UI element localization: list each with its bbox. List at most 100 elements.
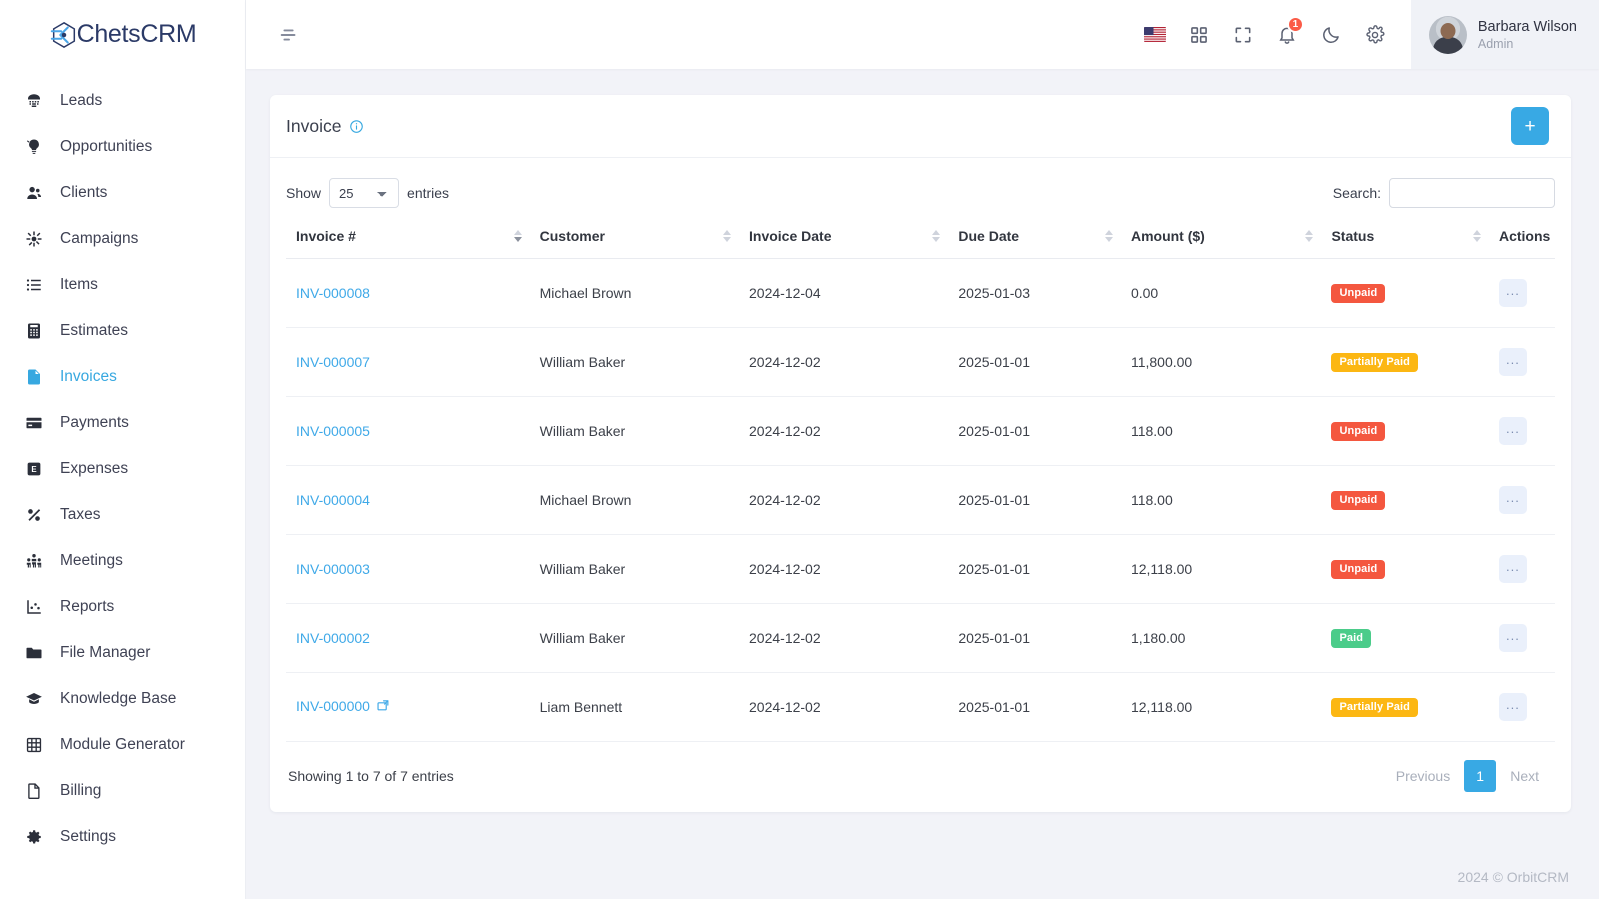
sidebar-item-label: Taxes bbox=[60, 506, 101, 523]
cell-status: Unpaid bbox=[1321, 534, 1489, 604]
hamburger-icon[interactable] bbox=[276, 22, 302, 48]
cell-amount: 118.00 bbox=[1120, 465, 1322, 535]
sidebar-item-label: Opportunities bbox=[60, 138, 153, 155]
cell-due-date: 2025-01-01 bbox=[948, 465, 1121, 535]
people-group-icon bbox=[24, 551, 44, 571]
notifications-bell-icon[interactable]: 1 bbox=[1265, 13, 1309, 57]
brand-logo[interactable]: ChetsCRM bbox=[0, 0, 245, 69]
settings-gear-icon[interactable] bbox=[1353, 13, 1397, 57]
invoice-link[interactable]: INV-000003 bbox=[296, 561, 370, 577]
cell-actions: ... bbox=[1488, 396, 1555, 466]
apps-grid-icon[interactable] bbox=[1177, 13, 1221, 57]
status-badge: Unpaid bbox=[1331, 284, 1386, 303]
expense-icon: E bbox=[24, 459, 44, 479]
recurring-invoice-icon[interactable] bbox=[376, 699, 390, 716]
sidebar-item-leads[interactable]: Leads bbox=[0, 78, 245, 124]
status-badge: Partially Paid bbox=[1331, 698, 1418, 717]
column-header-invoice-number[interactable]: Invoice # bbox=[286, 214, 530, 259]
sidebar-item-opportunities[interactable]: Opportunities bbox=[0, 124, 245, 170]
row-actions-button[interactable]: ... bbox=[1498, 693, 1527, 721]
entries-label: entries bbox=[407, 185, 450, 201]
column-label: Invoice # bbox=[296, 228, 356, 244]
user-info: Barbara Wilson Admin bbox=[1478, 18, 1577, 52]
invoice-link[interactable]: INV-000008 bbox=[296, 285, 370, 301]
user-profile-menu[interactable]: Barbara Wilson Admin bbox=[1410, 0, 1599, 69]
invoice-link[interactable]: INV-000000 bbox=[296, 698, 370, 714]
info-icon[interactable] bbox=[349, 119, 364, 134]
pagination-page-1[interactable]: 1 bbox=[1464, 760, 1497, 792]
pagination-next[interactable]: Next bbox=[1496, 760, 1553, 792]
sidebar-item-payments[interactable]: Payments bbox=[0, 400, 245, 446]
cell-customer: William Baker bbox=[529, 534, 740, 604]
table-row: INV-000005 William Baker 2024-12-02 2025-01… bbox=[286, 396, 1555, 466]
add-invoice-button[interactable]: + bbox=[1511, 107, 1549, 145]
column-header-customer[interactable]: Customer bbox=[529, 214, 740, 259]
cell-invoice-date: 2024-12-02 bbox=[739, 534, 949, 604]
row-actions-button[interactable]: ... bbox=[1498, 279, 1527, 307]
cell-actions: ... bbox=[1488, 534, 1555, 604]
column-header-status[interactable]: Status bbox=[1321, 214, 1489, 259]
pagination-previous[interactable]: Previous bbox=[1382, 760, 1464, 792]
sidebar-item-label: Payments bbox=[60, 414, 129, 431]
cell-actions: ... bbox=[1488, 258, 1555, 328]
sidebar-item-meetings[interactable]: Meetings bbox=[0, 538, 245, 584]
invoice-link[interactable]: INV-000005 bbox=[296, 423, 370, 439]
cell-status: Paid bbox=[1321, 603, 1489, 673]
sidebar-item-clients[interactable]: Clients bbox=[0, 170, 245, 216]
dark-mode-moon-icon[interactable] bbox=[1309, 13, 1353, 57]
table-header-row: Invoice # Customer Invoice Date Due Date… bbox=[286, 214, 1555, 259]
column-label: Status bbox=[1331, 228, 1375, 244]
table-controls: Show 10 25 50 100 entries Search: bbox=[286, 172, 1555, 214]
sidebar-item-label: Items bbox=[60, 276, 98, 293]
document-icon bbox=[24, 781, 44, 801]
column-header-invoice-date[interactable]: Invoice Date bbox=[739, 214, 949, 259]
fullscreen-icon[interactable] bbox=[1221, 13, 1265, 57]
sidebar-item-estimates[interactable]: Estimates bbox=[0, 308, 245, 354]
sidebar-item-label: Invoices bbox=[60, 368, 117, 385]
sidebar-item-knowledge-base[interactable]: Knowledge Base bbox=[0, 676, 245, 722]
row-actions-button[interactable]: ... bbox=[1498, 555, 1527, 583]
row-actions-button[interactable]: ... bbox=[1498, 417, 1527, 445]
invoice-link[interactable]: INV-000004 bbox=[296, 492, 370, 508]
sidebar-item-file-manager[interactable]: File Manager bbox=[0, 630, 245, 676]
column-header-due-date[interactable]: Due Date bbox=[948, 214, 1121, 259]
sidebar-item-settings[interactable]: Settings bbox=[0, 814, 245, 860]
sidebar-item-reports[interactable]: Reports bbox=[0, 584, 245, 630]
status-badge: Paid bbox=[1331, 629, 1372, 648]
sidebar: ChetsCRM Leads Opportunities Clients Cam… bbox=[0, 0, 246, 899]
page-length-select[interactable]: 10 25 50 100 bbox=[329, 178, 400, 208]
search-input[interactable] bbox=[1389, 178, 1555, 208]
topbar: 1 Barbara Wilson Admin bbox=[246, 0, 1599, 69]
calculator-icon bbox=[24, 321, 44, 341]
sidebar-item-taxes[interactable]: Taxes bbox=[0, 492, 245, 538]
cell-status: Unpaid bbox=[1321, 396, 1489, 466]
showing-entries-info: Showing 1 to 7 of 7 entries bbox=[288, 768, 454, 784]
invoice-link[interactable]: INV-000002 bbox=[296, 630, 370, 646]
sidebar-item-invoices[interactable]: Invoices bbox=[0, 354, 245, 400]
cell-customer: Liam Bennett bbox=[539, 699, 623, 715]
column-header-amount[interactable]: Amount ($) bbox=[1120, 214, 1322, 259]
cell-status: Unpaid bbox=[1321, 258, 1489, 328]
sidebar-item-items[interactable]: Items bbox=[0, 262, 245, 308]
sidebar-item-billing[interactable]: Billing bbox=[0, 768, 245, 814]
pagination: Previous 1 Next bbox=[1382, 760, 1553, 792]
lightbulb-icon bbox=[24, 137, 44, 157]
sidebar-item-label: Module Generator bbox=[60, 736, 185, 753]
row-actions-button[interactable]: ... bbox=[1498, 486, 1527, 514]
sidebar-item-label: Leads bbox=[60, 92, 103, 109]
sidebar-item-expenses[interactable]: E Expenses bbox=[0, 446, 245, 492]
sidebar-item-label: Expenses bbox=[60, 460, 129, 477]
row-actions-button[interactable]: ... bbox=[1498, 348, 1527, 376]
language-flag-us-icon[interactable] bbox=[1133, 13, 1177, 57]
table-row: INV-000008 Michael Brown 2024-12-04 2025-01… bbox=[286, 258, 1555, 328]
row-actions-button[interactable]: ... bbox=[1498, 624, 1527, 652]
cell-invoice-date: 2024-12-02 bbox=[739, 465, 949, 535]
sidebar-item-campaigns[interactable]: Campaigns bbox=[0, 216, 245, 262]
sort-arrows-icon bbox=[1305, 230, 1314, 242]
sort-arrows-icon bbox=[513, 230, 522, 242]
credit-card-icon bbox=[24, 413, 44, 433]
invoice-link[interactable]: INV-000007 bbox=[296, 354, 370, 370]
notification-count-badge: 1 bbox=[1286, 15, 1304, 33]
sidebar-item-module-generator[interactable]: Module Generator bbox=[0, 722, 245, 768]
cell-invoice-date: 2024-12-04 bbox=[739, 258, 949, 328]
